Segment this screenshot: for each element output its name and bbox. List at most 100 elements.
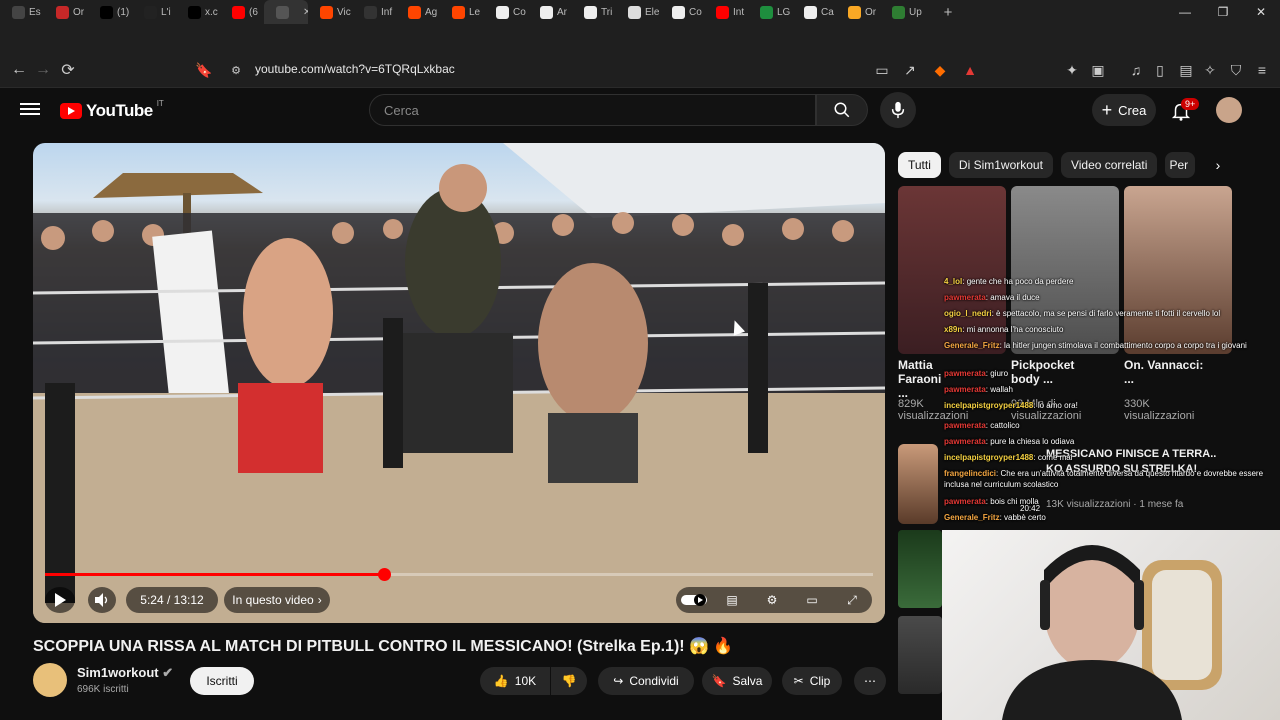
menu-icon[interactable]: ≡ [1252,60,1272,80]
browser-tab[interactable]: Es [0,0,44,24]
short-title-1[interactable]: Mattia Faraoni ... [898,358,946,400]
browser-tab[interactable]: Int [704,0,748,24]
generic-icon [364,5,377,19]
screen-icon[interactable]: ▭ [872,60,892,80]
address-bar-url[interactable]: youtube.com/watch?v=6TQRqLxkbac [255,62,455,76]
chat-text: lo amo ora! [1037,401,1078,410]
like-button[interactable]: 👍 10K [480,667,550,695]
short-thumbnail-3[interactable] [1124,186,1232,354]
autoplay-toggle[interactable] [680,587,708,613]
sidebar-icon[interactable]: ▯ [1150,60,1170,80]
settings-button[interactable]: ⚙ [760,587,784,613]
dislike-button[interactable]: 👎 [551,667,587,695]
search-input[interactable]: Cerca [369,94,816,126]
filter-chips: Tutti Di Sim1workout Video correlati Per [898,152,1196,178]
sidebar-thumbnail-4[interactable] [898,616,942,694]
more-actions-button[interactable]: ⋯ [854,667,886,695]
browser-tab[interactable]: x.c [176,0,220,24]
subtitles-button[interactable]: ▤ [720,587,744,613]
youtube-logo[interactable]: YouTube IT [60,99,164,121]
browser-tab[interactable]: Vic [308,0,352,24]
tab-label: (1) [117,6,130,18]
browser-tab[interactable]: L'i [132,0,176,24]
theater-button[interactable]: ▭ [800,587,824,613]
browser-tab-strip: Es Or (1) L'i x.c (6 ✕ Vic Inf Ag Le Co Ar Tri Ele Co In… [0,0,1280,24]
brave-shield-icon[interactable]: ◆ [930,60,950,80]
short-title-2[interactable]: Pickpocket body ... [1011,358,1101,386]
subscribe-button[interactable]: Iscritti [190,667,254,695]
browser-tab[interactable]: Ar [528,0,572,24]
browser-tab[interactable]: (6 [220,0,264,24]
chip-per[interactable]: Per [1165,152,1196,178]
tab-label: Vic [337,6,351,18]
back-icon[interactable]: ← [6,56,32,84]
leo-icon[interactable]: ✧ [1200,60,1220,80]
clip-label: Clip [809,674,831,688]
browser-tab[interactable]: LG [748,0,792,24]
bookmark-icon[interactable]: 🔖 [194,60,214,80]
browser-tab[interactable]: Ag [396,0,440,24]
browser-tab[interactable]: Le [440,0,484,24]
volume-button[interactable] [88,587,116,613]
clip-button[interactable]: ✂ Clip [782,667,842,695]
x-icon [100,5,113,19]
chapter-button[interactable]: In questo video › [224,587,330,613]
voice-search-button[interactable] [880,92,916,128]
fullscreen-button[interactable]: ⤢ [840,587,864,613]
chat-message: 4_lol: gente che ha poco da perdere [944,277,1074,286]
browser-tab[interactable]: Ca [792,0,836,24]
guide-menu-icon[interactable] [20,100,40,120]
microphone-icon [891,101,905,119]
channel-avatar[interactable] [33,663,67,697]
browser-tab[interactable]: Or [44,0,88,24]
video-title: SCOPPIA UNA RISSA AL MATCH DI PITBULL CO… [33,638,734,655]
chat-message: pawmerata: amava il duce [944,293,1040,302]
chat-text: giuro [990,369,1009,378]
maximize-icon[interactable]: ❐ [1204,0,1242,24]
chip-related[interactable]: Video correlati [1060,152,1158,178]
browser-tab[interactable]: ✕ [264,0,308,24]
channel-name[interactable]: Sim1workout ✔ [77,665,173,681]
minimize-icon[interactable]: — [1166,0,1204,24]
short-title-3[interactable]: On. Vannacci: ... [1124,358,1214,386]
browser-tab[interactable]: Co [660,0,704,24]
browser-tab[interactable]: Ele [616,0,660,24]
progress-scrubber[interactable] [377,568,391,581]
browser-tab[interactable]: Co [484,0,528,24]
chat-text: pure la chiesa lo odiava [990,437,1075,446]
search-icon [834,102,850,118]
chip-tutti[interactable]: Tutti [898,152,941,178]
tab-label: x.c [205,6,218,18]
video-player[interactable] [33,143,885,623]
rewards-icon[interactable]: ▲ [960,60,980,80]
extensions-icon[interactable]: ✦ [1062,60,1082,80]
progress-bar[interactable] [45,568,873,581]
autoplay-icon [681,594,707,606]
forward-icon[interactable]: → [30,56,56,84]
save-button[interactable]: 🔖 Salva [702,667,772,695]
create-button[interactable]: + Crea [1092,94,1156,126]
browser-tab[interactable]: Tri [572,0,616,24]
share-icon[interactable]: ↗ [900,60,920,80]
browser-tab[interactable]: Inf [352,0,396,24]
close-window-icon[interactable]: ✕ [1242,0,1280,24]
account-avatar[interactable] [1216,97,1242,123]
recommended-thumbnail[interactable] [898,444,938,524]
play-button[interactable] [45,587,75,613]
share-button[interactable]: ↪ Condividi [598,667,694,695]
screenshot-icon[interactable]: ▣ [1088,60,1108,80]
sidebar-thumbnail-3[interactable] [898,530,942,608]
browser-tab[interactable]: Up [880,0,924,24]
chevron-right-icon[interactable]: › [1207,152,1229,178]
chip-channel[interactable]: Di Sim1workout [948,152,1053,178]
browser-tab[interactable]: Or [836,0,880,24]
wallet-icon[interactable]: ▤ [1176,60,1196,80]
media-icon[interactable]: ♫ [1126,60,1146,80]
site-settings-icon[interactable]: ⚙ [226,60,246,80]
new-tab-button[interactable]: + [938,4,958,21]
search-button[interactable] [816,94,868,126]
reload-icon[interactable]: ⟳ [55,56,81,84]
tab-label: Or [73,6,85,18]
vpn-icon[interactable]: ⛉ [1226,60,1246,80]
browser-tab[interactable]: (1) [88,0,132,24]
